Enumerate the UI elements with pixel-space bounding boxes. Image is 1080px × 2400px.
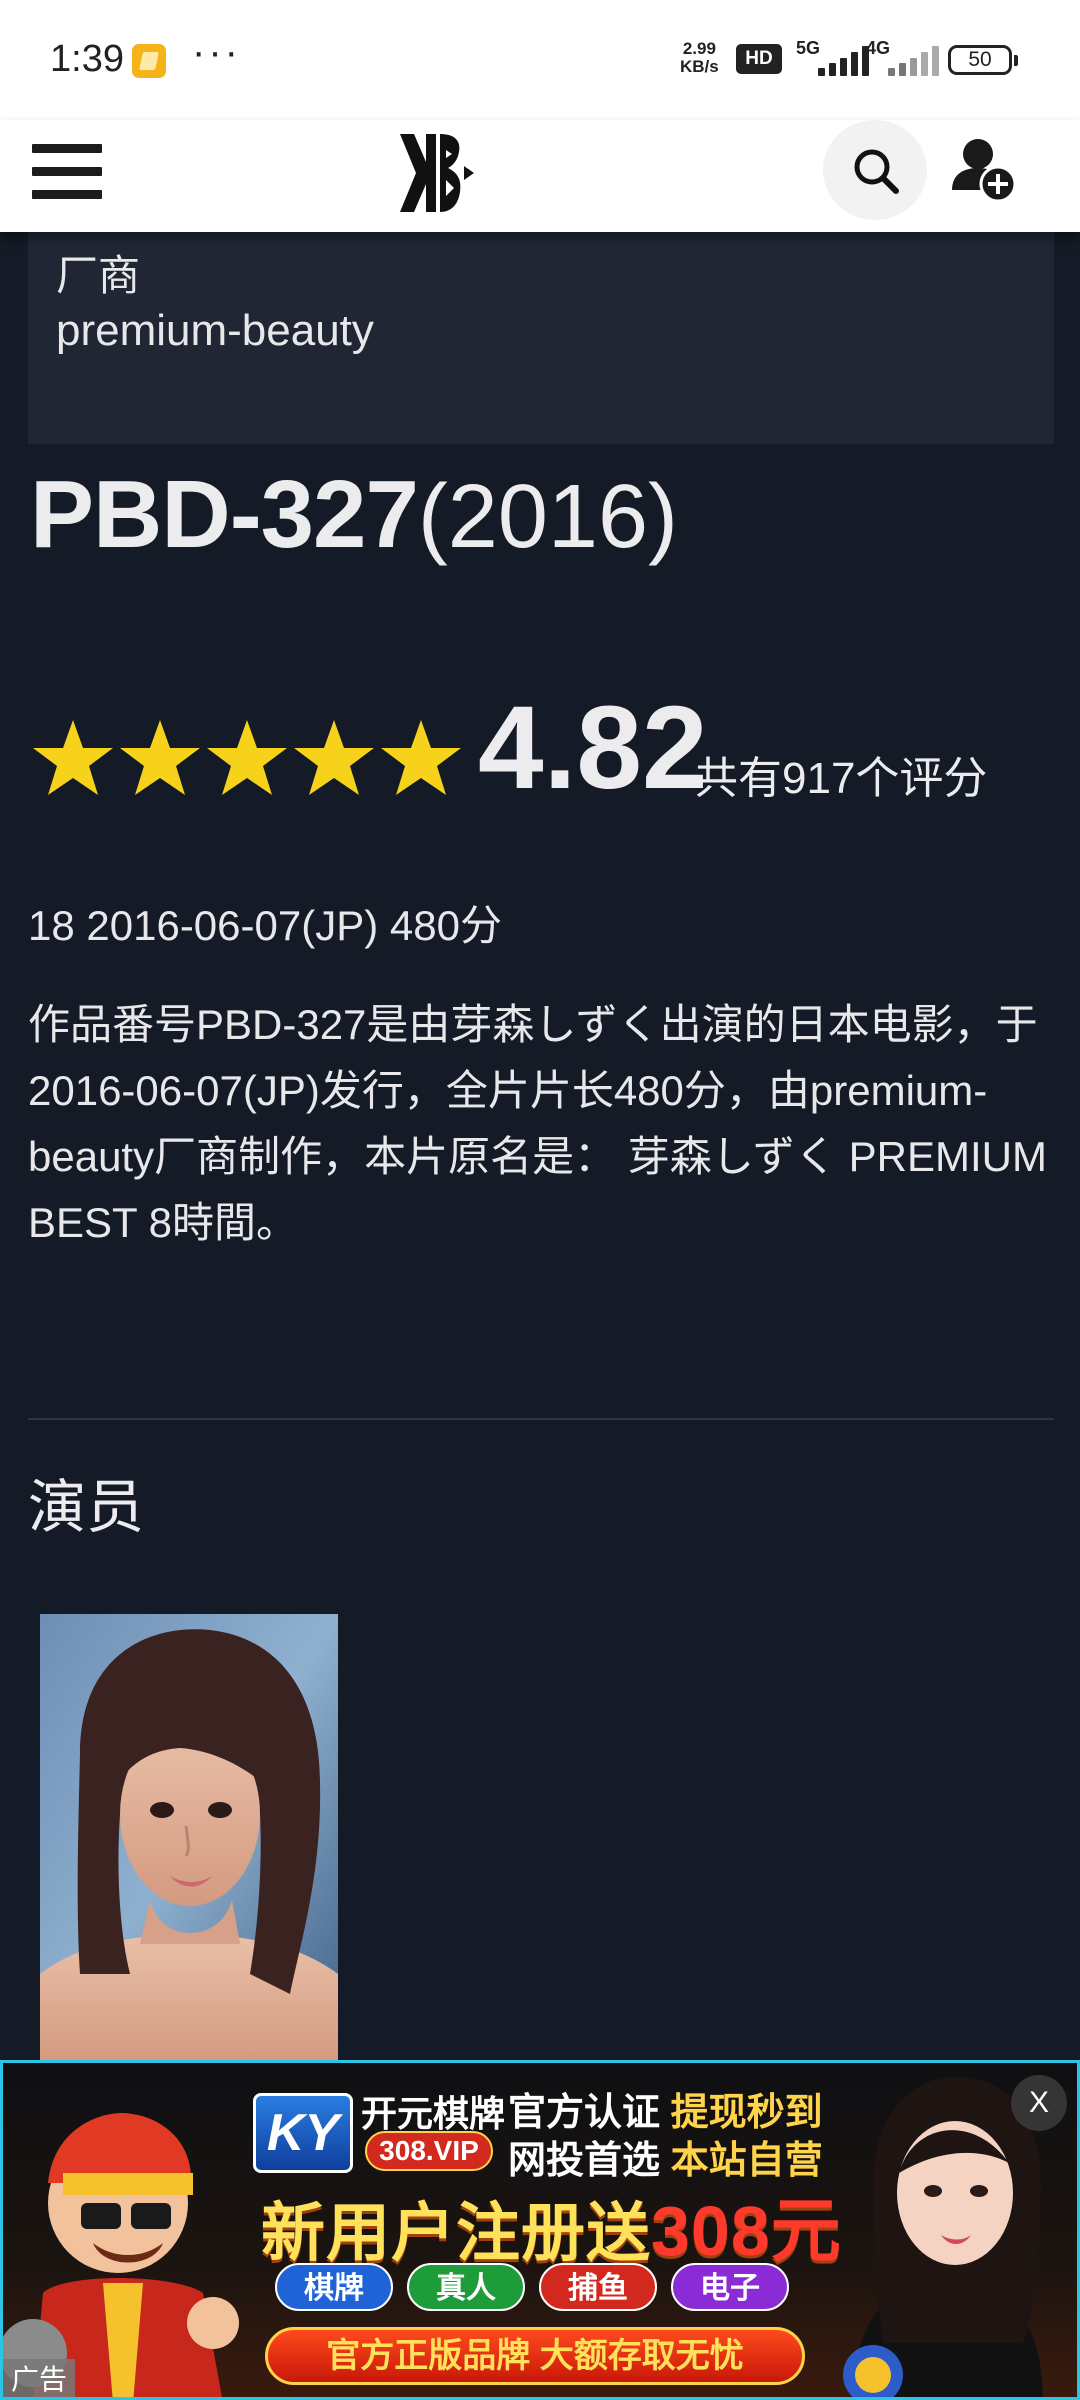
title-code: PBD-327 — [30, 461, 419, 568]
add-user-icon[interactable] — [950, 134, 1020, 204]
rating-count: 共有917个评分 — [694, 754, 988, 803]
more-notifications-icon: ··· — [192, 30, 241, 74]
ad-headline: 新用户注册送308元 — [261, 2192, 842, 2270]
rating-score: 4.82 — [478, 682, 708, 814]
signal-5g-icon: 5G — [796, 38, 874, 76]
ad-category-pills: 棋牌 真人 捕鱼 电子 — [275, 2263, 835, 2313]
ad-banner[interactable]: KY 开元棋牌 308.VIP 官方认证 提现秒到 网投首选 本站自营 新用户注… — [0, 2060, 1080, 2400]
title-year: (2016) — [417, 467, 678, 567]
signal-4g-icon: 4G — [866, 38, 944, 76]
section-divider — [28, 1418, 1054, 1420]
notes-app-icon — [132, 44, 166, 78]
page-title: PBD-327(2016) — [30, 460, 678, 570]
ad-tagline-1: 官方认证 提现秒到 — [508, 2092, 823, 2134]
ad-pill-chess: 棋牌 — [275, 2263, 393, 2311]
ad-pill-fishing: 捕鱼 — [539, 2263, 657, 2311]
actor-portrait-image — [40, 1614, 338, 2060]
ad-pill-electronic: 电子 — [671, 2263, 789, 2311]
vendor-link[interactable]: premium-beauty — [56, 306, 374, 356]
star-icon — [207, 720, 287, 795]
ad-bottom-slogan: 官方正版品牌 大额存取无忧 — [265, 2327, 805, 2385]
mascot-character-image — [3, 2113, 239, 2397]
vendor-label: 厂商 — [56, 252, 141, 299]
ad-vip-domain: 308.VIP — [365, 2131, 493, 2171]
network-speed: 2.99 KB/s — [680, 39, 719, 76]
site-header — [0, 120, 1080, 232]
search-button[interactable] — [823, 120, 927, 220]
release-meta: 18 2016-06-07(JP) 480分 — [28, 902, 502, 949]
star-icon — [381, 720, 461, 795]
ad-close-button[interactable]: X — [1011, 2075, 1067, 2131]
hamburger-menu-icon[interactable] — [32, 142, 102, 202]
search-icon — [854, 149, 899, 194]
description-text: 作品番号PBD-327是由芽森しずく出演的日本电影，于2016-06-07(JP… — [28, 1001, 1047, 1246]
actors-section-title: 演员 — [28, 1475, 145, 1540]
status-bar: 1:39 ··· 2.99 KB/s HD 5G 4G 50 — [0, 0, 1080, 120]
actor-photo[interactable] — [40, 1614, 338, 2060]
vendor-card: 厂商 premium-beauty — [28, 232, 1054, 444]
xb-logo-icon[interactable] — [396, 128, 476, 218]
ad-brand-name: 开元棋牌 — [361, 2093, 506, 2134]
battery-icon: 50 — [948, 45, 1018, 75]
star-icon — [120, 720, 200, 795]
ad-brand-logo: KY — [253, 2093, 353, 2173]
status-time: 1:39 — [50, 38, 124, 80]
hd-voice-badge: HD — [736, 44, 782, 74]
star-icon — [294, 720, 374, 795]
ad-label: 广告 — [3, 2359, 75, 2397]
rating-stars — [30, 718, 465, 800]
rating-row: 4.82 共有917个评分 — [30, 680, 1060, 820]
ad-pill-live: 真人 — [407, 2263, 525, 2311]
star-icon — [33, 720, 113, 795]
